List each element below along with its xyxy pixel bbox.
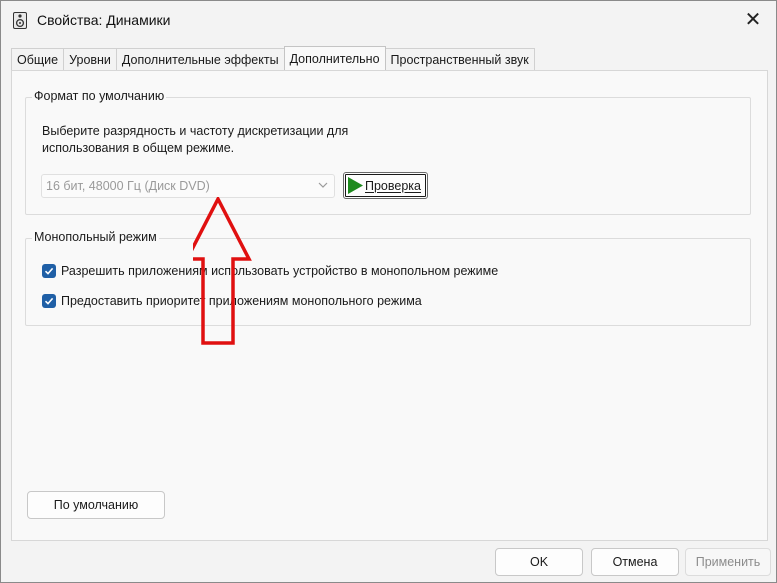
test-button-label: Проверка: [365, 178, 421, 193]
speaker-icon: [13, 12, 27, 29]
tab-enhancements[interactable]: Дополнительные эффекты: [115, 48, 285, 70]
close-button[interactable]: ✕: [730, 1, 776, 37]
default-format-group: Формат по умолчанию Выберите разрядность…: [25, 89, 751, 215]
apply-button[interactable]: Применить: [685, 548, 771, 576]
title-bar[interactable]: Свойства: Динамики ✕: [1, 1, 776, 41]
close-icon: ✕: [744, 8, 762, 31]
tab-levels[interactable]: Уровни: [63, 48, 117, 70]
format-select[interactable]: 16 бит, 48000 Гц (Диск DVD): [41, 174, 335, 198]
restore-defaults-button[interactable]: По умолчанию: [27, 491, 165, 519]
give-priority-row[interactable]: Предоставить приоритет приложениям моноп…: [42, 294, 422, 308]
give-priority-label: Предоставить приоритет приложениям моноп…: [61, 294, 422, 308]
allow-exclusive-label: Разрешить приложениям использовать устро…: [61, 264, 499, 278]
exclusive-mode-group: Монопольный режим Разрешить приложениям …: [25, 230, 751, 326]
sound-properties-window: Свойства: Динамики ✕ Общие Уровни Дополн…: [0, 0, 777, 583]
test-button[interactable]: Проверка: [343, 172, 428, 199]
tab-spatial-sound[interactable]: Пространственный звук: [384, 48, 535, 70]
ok-button[interactable]: OK: [495, 548, 583, 576]
give-priority-checkbox[interactable]: [42, 294, 56, 308]
default-format-title: Формат по умолчанию: [32, 89, 167, 103]
allow-exclusive-checkbox[interactable]: [42, 264, 56, 278]
window-title: Свойства: Динамики: [37, 12, 171, 28]
format-select-value: 16 бит, 48000 Гц (Диск DVD): [46, 179, 210, 193]
checkmark-icon: [44, 267, 54, 275]
play-icon: [348, 177, 363, 194]
chevron-down-icon: [318, 182, 328, 188]
exclusive-mode-title: Монопольный режим: [32, 230, 159, 244]
tab-bar: Общие Уровни Дополнительные эффекты Допо…: [11, 46, 535, 70]
default-format-description: Выберите разрядность и частоту дискретиз…: [42, 124, 349, 155]
advanced-tab-panel: Формат по умолчанию Выберите разрядность…: [11, 70, 768, 541]
allow-exclusive-row[interactable]: Разрешить приложениям использовать устро…: [42, 264, 498, 278]
tab-general[interactable]: Общие: [11, 48, 65, 70]
tab-advanced[interactable]: Дополнительно: [283, 46, 386, 70]
cancel-button[interactable]: Отмена: [591, 548, 679, 576]
checkmark-icon: [44, 297, 54, 305]
